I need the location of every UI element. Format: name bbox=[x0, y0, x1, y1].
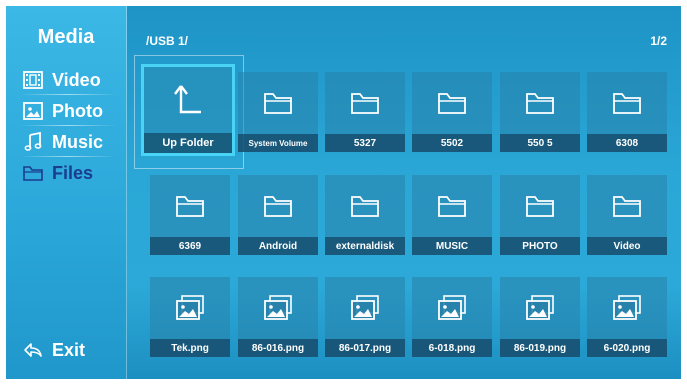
image-file-icon bbox=[412, 277, 492, 339]
image-file-icon bbox=[500, 277, 580, 339]
exit-button[interactable]: Exit bbox=[22, 337, 85, 363]
tile-label: 6-018.png bbox=[412, 339, 492, 357]
image-file-icon bbox=[238, 277, 318, 339]
image-file-icon bbox=[150, 277, 230, 339]
folder-icon bbox=[587, 72, 667, 134]
tile-folder[interactable]: 6308 bbox=[587, 72, 667, 152]
up-folder-icon bbox=[144, 67, 232, 133]
tile-label: System Volume bbox=[238, 134, 318, 152]
tile-up-folder[interactable]: Up Folder bbox=[144, 67, 232, 153]
sidebar-item-photo[interactable]: Photo bbox=[22, 98, 103, 124]
tile-label: Video bbox=[587, 237, 667, 255]
tile-label: Tek.png bbox=[150, 339, 230, 357]
tile-label: 6369 bbox=[150, 237, 230, 255]
tile-label: 5327 bbox=[325, 134, 405, 152]
divider bbox=[20, 94, 116, 95]
tile-folder[interactable]: 6369 bbox=[150, 175, 230, 255]
tile-folder[interactable]: 550 5 bbox=[500, 72, 580, 152]
page-indicator: 1/2 bbox=[650, 34, 667, 48]
breadcrumb: /USB 1/ bbox=[146, 34, 189, 48]
sidebar-item-label: Files bbox=[52, 162, 94, 183]
tile-image[interactable]: 86-017.png bbox=[325, 277, 405, 357]
tile-folder[interactable]: 5327 bbox=[325, 72, 405, 152]
tile-label: 550 5 bbox=[500, 134, 580, 152]
folder-icon bbox=[587, 175, 667, 237]
film-icon bbox=[22, 70, 44, 90]
folder-icon bbox=[412, 175, 492, 237]
folder-icon bbox=[238, 175, 318, 237]
music-note-icon bbox=[22, 132, 44, 152]
tile-label: 6308 bbox=[587, 134, 667, 152]
tile-label: PHOTO bbox=[500, 237, 580, 255]
exit-label: Exit bbox=[52, 339, 86, 360]
image-icon bbox=[22, 101, 44, 121]
folder-icon bbox=[500, 72, 580, 134]
tile-image[interactable]: Tek.png bbox=[150, 277, 230, 357]
tile-label: 86-019.png bbox=[500, 339, 580, 357]
sidebar-item-video[interactable]: Video bbox=[22, 67, 101, 93]
tile-image[interactable]: 6-020.png bbox=[587, 277, 667, 357]
tile-image[interactable]: 6-018.png bbox=[412, 277, 492, 357]
sidebar-item-files[interactable]: Files bbox=[22, 160, 93, 186]
folder-icon bbox=[238, 72, 318, 134]
tile-folder[interactable]: MUSIC bbox=[412, 175, 492, 255]
sidebar-item-music[interactable]: Music bbox=[22, 129, 103, 155]
tile-label: 5502 bbox=[412, 134, 492, 152]
sidebar: Media Video Photo Music Files Exit bbox=[6, 6, 127, 379]
media-player-screen: Media Video Photo Music Files Exit /USB … bbox=[6, 6, 681, 379]
tile-folder[interactable]: externaldisk bbox=[325, 175, 405, 255]
divider bbox=[20, 156, 116, 157]
tile-folder[interactable]: PHOTO bbox=[500, 175, 580, 255]
folder-icon bbox=[412, 72, 492, 134]
tile-label: 6-020.png bbox=[587, 339, 667, 357]
tile-label: externaldisk bbox=[325, 237, 405, 255]
sidebar-item-label: Video bbox=[52, 69, 101, 90]
divider bbox=[20, 125, 116, 126]
back-arrow-icon bbox=[22, 340, 44, 360]
tile-folder[interactable]: Android bbox=[238, 175, 318, 255]
tile-label: 86-017.png bbox=[325, 339, 405, 357]
image-file-icon bbox=[587, 277, 667, 339]
tile-label: Android bbox=[238, 237, 318, 255]
tile-label: 86-016.png bbox=[238, 339, 318, 357]
sidebar-item-label: Photo bbox=[52, 100, 103, 121]
folder-icon bbox=[325, 175, 405, 237]
tile-label: MUSIC bbox=[412, 237, 492, 255]
tile-folder[interactable]: Video bbox=[587, 175, 667, 255]
tile-image[interactable]: 86-016.png bbox=[238, 277, 318, 357]
sidebar-title: Media bbox=[37, 26, 95, 48]
sidebar-item-label: Music bbox=[52, 131, 104, 152]
tile-folder[interactable]: 5502 bbox=[412, 72, 492, 152]
folder-icon bbox=[22, 163, 44, 183]
image-file-icon bbox=[325, 277, 405, 339]
tile-label: Up Folder bbox=[144, 133, 232, 153]
folder-icon bbox=[500, 175, 580, 237]
folder-icon bbox=[325, 72, 405, 134]
folder-icon bbox=[150, 175, 230, 237]
tile-folder[interactable]: System Volume bbox=[238, 72, 318, 152]
tile-image[interactable]: 86-019.png bbox=[500, 277, 580, 357]
